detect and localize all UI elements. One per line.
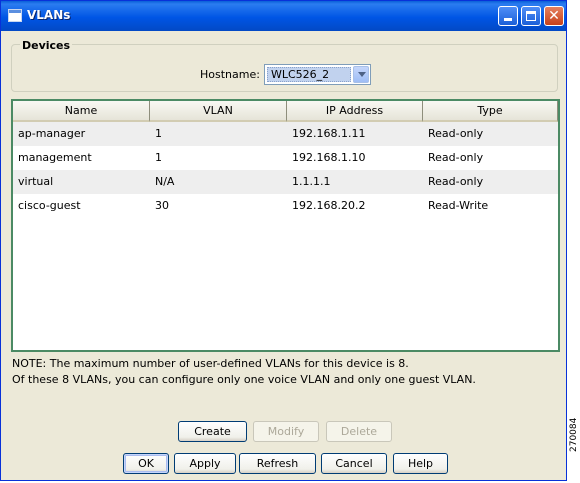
maximize-button[interactable] <box>521 6 541 26</box>
minimize-icon <box>504 18 512 21</box>
minimize-button[interactable] <box>498 6 518 26</box>
ok-button[interactable]: OK <box>123 453 169 474</box>
devices-legend: Devices <box>20 39 73 52</box>
table-row[interactable]: virtual N/A 1.1.1.1 Read-only <box>13 170 558 194</box>
modify-button[interactable]: Modify <box>253 421 319 442</box>
column-header-ip-address[interactable]: IP Address <box>287 101 423 122</box>
chevron-down-icon[interactable] <box>353 66 369 83</box>
refresh-button[interactable]: Refresh <box>239 453 316 474</box>
cell-ip-address: 1.1.1.1 <box>292 175 331 188</box>
cell-vlan: 30 <box>155 199 169 212</box>
window-title: VLANs <box>27 8 71 22</box>
cancel-button[interactable]: Cancel <box>321 453 387 474</box>
cell-vlan: N/A <box>155 175 175 188</box>
cell-type: Read-only <box>428 151 484 164</box>
column-header-vlan[interactable]: VLAN <box>150 101 287 122</box>
hostname-select[interactable]: WLC526_2 <box>264 64 371 85</box>
cell-name: ap-manager <box>18 127 86 140</box>
note-line-2: Of these 8 VLANs, you can configure only… <box>12 373 476 386</box>
cell-vlan: 1 <box>155 151 162 164</box>
table-row[interactable]: management 1 192.168.1.10 Read-only <box>13 146 558 170</box>
cell-ip-address: 192.168.1.11 <box>292 127 366 140</box>
hostname-label: Hostname: <box>200 68 260 81</box>
cell-type: Read-only <box>428 175 484 188</box>
close-button[interactable]: ✕ <box>544 6 564 26</box>
close-icon: ✕ <box>548 8 560 24</box>
cell-name: management <box>18 151 92 164</box>
cell-vlan: 1 <box>155 127 162 140</box>
figure-id: 270084 <box>569 417 579 452</box>
table-row[interactable]: cisco-guest 30 192.168.20.2 Read-Write <box>13 194 558 218</box>
help-button[interactable]: Help <box>393 453 448 474</box>
title-bar[interactable]: VLANs ✕ <box>1 1 566 31</box>
vlans-dialog: VLANs ✕ Devices Hostname: WLC526_2 Name … <box>0 0 567 481</box>
cell-name: virtual <box>18 175 54 188</box>
table-row[interactable]: ap-manager 1 192.168.1.11 Read-only <box>13 122 558 146</box>
column-header-type[interactable]: Type <box>423 101 558 122</box>
maximize-icon <box>526 11 536 21</box>
cell-name: cisco-guest <box>18 199 81 212</box>
window-icon <box>8 9 22 22</box>
cell-type: Read-Write <box>428 199 489 212</box>
note-line-1: NOTE: The maximum number of user-defined… <box>12 357 409 370</box>
table-header: Name VLAN IP Address Type <box>13 101 558 122</box>
hostname-value: WLC526_2 <box>267 67 351 82</box>
create-button[interactable]: Create <box>178 421 247 442</box>
vlan-table: Name VLAN IP Address Type ap-manager 1 1… <box>11 99 560 352</box>
delete-button[interactable]: Delete <box>326 421 392 442</box>
column-header-name[interactable]: Name <box>13 101 150 122</box>
cell-ip-address: 192.168.1.10 <box>292 151 366 164</box>
cell-type: Read-only <box>428 127 484 140</box>
apply-button[interactable]: Apply <box>174 453 236 474</box>
cell-ip-address: 192.168.20.2 <box>292 199 366 212</box>
